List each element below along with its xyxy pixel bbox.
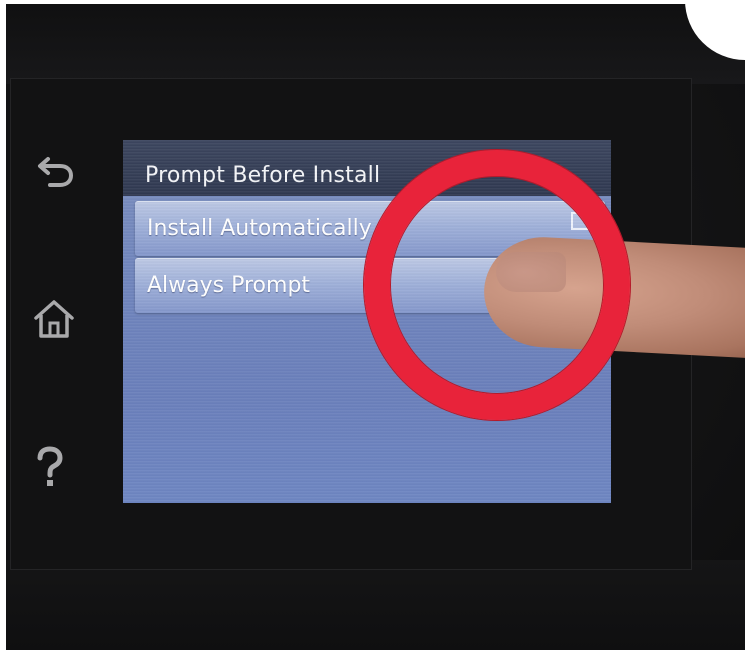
- photo-frame: Prompt Before Install Install Automatica…: [0, 0, 745, 662]
- back-arrow-icon[interactable]: [34, 152, 78, 192]
- menu-item-label: Install Automatically: [147, 216, 372, 241]
- screen-title: Prompt Before Install: [145, 163, 381, 188]
- red-highlight-circle: [364, 150, 630, 420]
- help-question-icon[interactable]: [30, 444, 70, 492]
- menu-item-label: Always Prompt: [147, 273, 311, 298]
- bezel-bottom: [6, 560, 745, 650]
- bezel-top-edge: [6, 4, 745, 84]
- home-icon[interactable]: [30, 296, 78, 342]
